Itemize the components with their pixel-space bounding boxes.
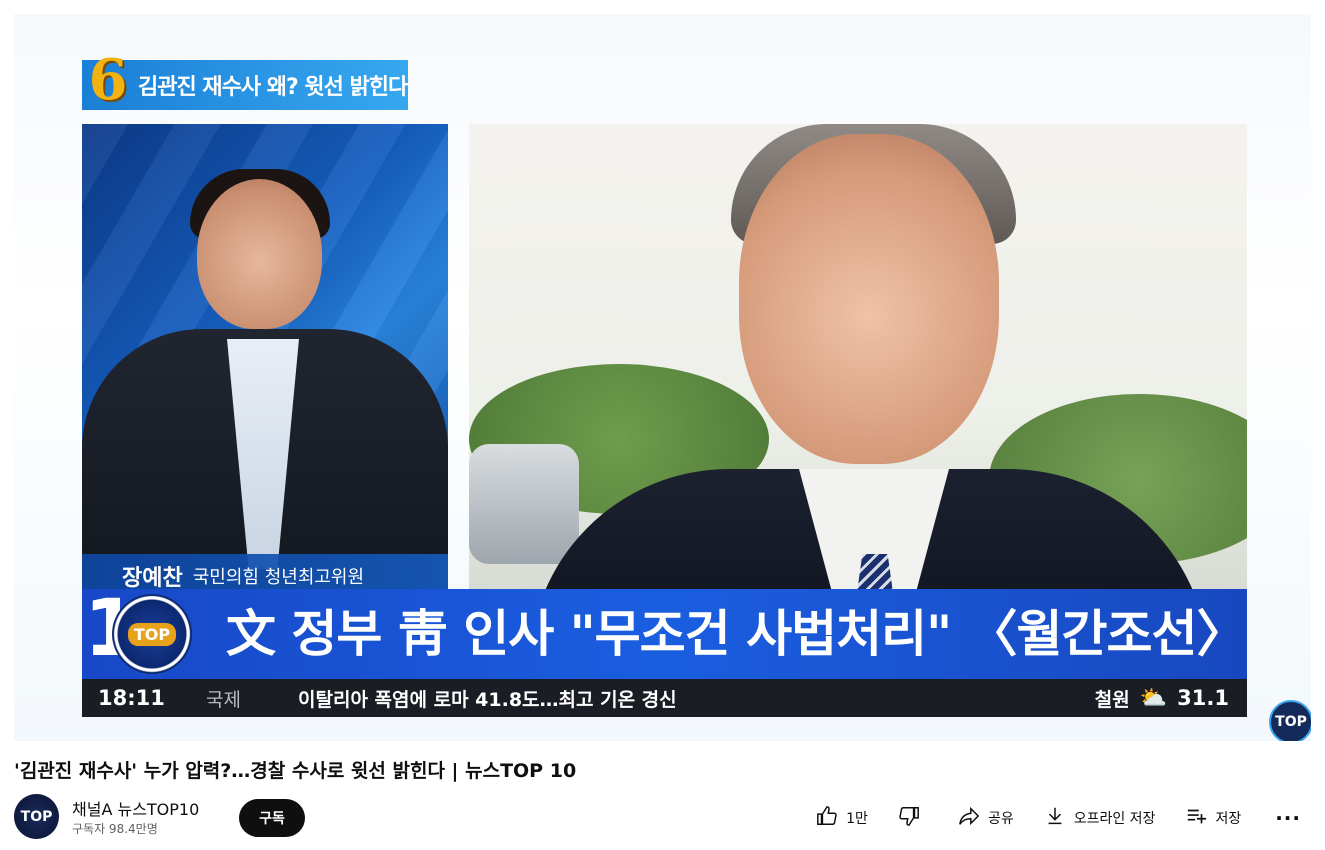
- owner-row: TOP 채널A 뉴스TOP10 구독자 98.4만명 구독 1만 공유 오프라인…: [14, 794, 1311, 842]
- weather-city: 철원: [1094, 688, 1130, 711]
- guest-role: 국민의힘 청년최고위원: [192, 567, 365, 588]
- share-label: 공유: [987, 811, 1014, 827]
- subscriber-count: 구독자 98.4만명: [72, 822, 158, 836]
- news-top10-logo: TOP: [112, 594, 192, 674]
- channel-avatar[interactable]: TOP: [14, 794, 59, 839]
- thumbs-up-icon: [816, 805, 838, 832]
- partly-sunny-icon: ⛅: [1139, 685, 1168, 711]
- dislike-button[interactable]: [898, 805, 928, 832]
- logo-text: TOP: [127, 622, 177, 646]
- news-ticker: 18:11 국제 이탈리아 폭염에 로마 41.8도…최고 기온 경신 철원 ⛅…: [82, 679, 1247, 717]
- ticker-category: 국제: [206, 688, 241, 711]
- playlist-add-icon: [1185, 805, 1207, 832]
- channel-name[interactable]: 채널A 뉴스TOP10: [72, 796, 199, 820]
- more-actions-button[interactable]: ···: [1275, 806, 1301, 830]
- ticker-news: 이탈리아 폭염에 로마 41.8도…최고 기온 경신: [298, 688, 677, 711]
- share-icon: [958, 805, 980, 832]
- segment-title: 김관진 재수사 왜? 윗선 밝힌다: [138, 75, 408, 100]
- video-title: '김관진 재수사' 누가 압력?…경찰 수사로 윗선 밝힌다 | 뉴스TOP 1…: [14, 760, 577, 782]
- download-label: 오프라인 저장: [1073, 811, 1156, 827]
- share-button[interactable]: 공유: [958, 805, 1014, 832]
- thumbs-down-icon: [898, 805, 920, 832]
- like-button[interactable]: 1만: [816, 805, 868, 832]
- action-bar: 1만 공유 오프라인 저장 저장 ···: [786, 798, 1311, 838]
- weather-temperature: 31.1: [1177, 686, 1229, 710]
- download-icon: [1044, 805, 1066, 832]
- download-button[interactable]: 오프라인 저장: [1044, 805, 1156, 832]
- video-player[interactable]: 6 김관진 재수사 왜? 윗선 밝힌다 장예찬 국민의힘 청년최고위원 10 T…: [14, 14, 1311, 741]
- channel-watermark[interactable]: TOP: [1269, 700, 1311, 741]
- segment-number: 6: [88, 47, 128, 113]
- save-label: 저장: [1215, 811, 1242, 827]
- subject-photo: [469, 124, 1247, 602]
- segment-badge: 6 김관진 재수사 왜? 윗선 밝힌다: [82, 47, 408, 113]
- headline-text: 文 정부 靑 인사 "무조건 사법처리" 〈월간조선〉: [226, 605, 1247, 663]
- subscribe-button[interactable]: 구독: [239, 799, 305, 837]
- save-button[interactable]: 저장: [1185, 805, 1241, 832]
- guest-face: [197, 179, 322, 329]
- ticker-time: 18:11: [98, 686, 165, 710]
- subject-face: [739, 134, 999, 464]
- like-count: 1만: [846, 811, 868, 827]
- guest-video-panel: [82, 124, 448, 602]
